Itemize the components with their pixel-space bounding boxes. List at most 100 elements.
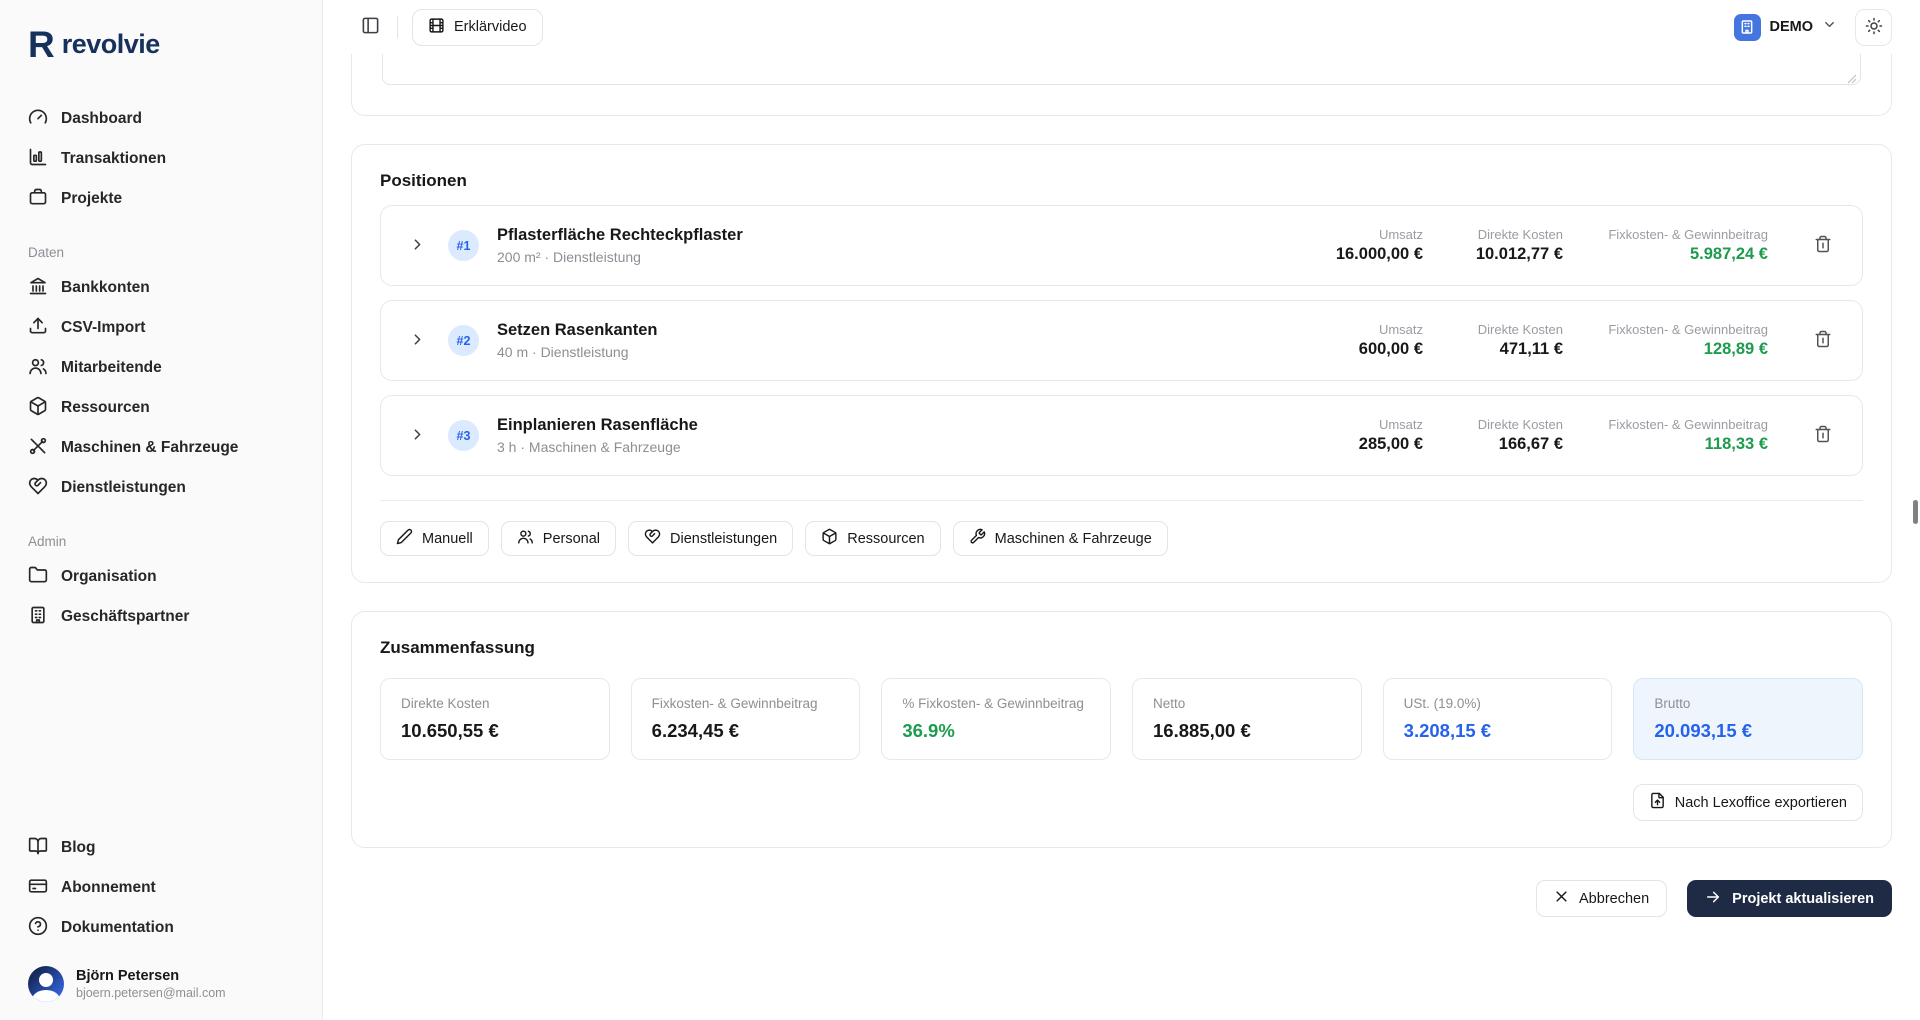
chevron-right-icon [409, 236, 426, 256]
sidebar-item-bankkonten[interactable]: Bankkonten [28, 268, 296, 308]
resize-grip-icon[interactable] [1847, 71, 1857, 84]
file-export-icon [1649, 792, 1666, 813]
scrolled-form-card [351, 54, 1892, 116]
book-open-icon [28, 836, 48, 861]
add-manual-button[interactable]: Manuell [380, 521, 489, 556]
sidebar-item-label: Organisation [61, 568, 157, 585]
delete-position-button[interactable] [1810, 231, 1836, 260]
lexoffice-export-button[interactable]: Nach Lexoffice exportieren [1632, 784, 1863, 821]
explainer-video-button[interactable]: Erklärvideo [412, 8, 543, 46]
summary-tile-netto: Netto 16.885,00 € [1132, 678, 1362, 760]
delete-position-button[interactable] [1810, 326, 1836, 355]
trash-icon [1814, 425, 1832, 446]
sidebar-item-transaktionen[interactable]: Transaktionen [28, 139, 296, 179]
sidebar-item-ressourcen[interactable]: Ressourcen [28, 388, 296, 428]
position-title: Pflasterfläche Rechteckpflaster [497, 226, 743, 244]
sun-icon [1865, 17, 1883, 38]
add-button-label: Manuell [422, 530, 473, 547]
position-number-badge: #2 [448, 325, 479, 356]
topbar-divider [397, 16, 398, 38]
position-row[interactable]: #3 Einplanieren Rasenfläche 3 h · Maschi… [380, 395, 1863, 476]
add-maschine-button[interactable]: Maschinen & Fahrzeuge [952, 521, 1168, 556]
expand-position-button[interactable] [409, 426, 426, 446]
sidebar-item-dashboard[interactable]: Dashboard [28, 99, 296, 139]
org-switcher[interactable]: DEMO [1733, 13, 1838, 41]
sidebar-item-organisation[interactable]: Organisation [28, 557, 296, 597]
brand-logo[interactable]: R revolvie [28, 26, 296, 63]
heart-handshake-icon [28, 476, 48, 501]
building-icon [28, 605, 48, 630]
add-button-label: Maschinen & Fahrzeuge [994, 530, 1152, 547]
panel-left-icon [361, 16, 380, 38]
umsatz-value: 600,00 € [1358, 340, 1423, 358]
app-window: R revolvie Dashboard Transaktionen Proje… [0, 0, 1920, 1020]
org-building-icon [1733, 13, 1761, 41]
umsatz-label: Umsatz [1378, 322, 1423, 337]
fixkosten-value: 118,33 € [1704, 435, 1768, 453]
umsatz-label: Umsatz [1378, 417, 1423, 432]
summary-tile-fixkosten: Fixkosten- & Gewinnbeitrag 6.234,45 € [630, 678, 861, 760]
add-button-label: Personal [542, 530, 601, 547]
summary-card: Zusammenfassung Direkte Kosten 10.650,55… [351, 611, 1892, 848]
help-circle-icon [28, 916, 48, 941]
sidebar-section-admin: Admin [28, 534, 67, 549]
sidebar-footer: Blog Abonnement Dokumentation Björn Pete… [28, 828, 296, 1002]
sidebar-item-label: Bankkonten [61, 279, 150, 296]
user-email: bjoern.petersen@mail.com [76, 986, 226, 1000]
sidebar-item-label: Dienstleistungen [61, 479, 186, 496]
sidebar-item-dienstleistungen[interactable]: Dienstleistungen [28, 468, 296, 508]
users-icon [28, 356, 48, 381]
add-position-buttons: Manuell Personal Dienstleistungen Ressou… [380, 521, 1863, 556]
position-row[interactable]: #1 Pflasterfläche Rechteckpflaster 200 m… [380, 205, 1863, 286]
summary-title: Zusammenfassung [380, 638, 535, 657]
summary-tile-label: Direkte Kosten [401, 696, 490, 711]
summary-tile-brutto: Brutto 20.093,15 € [1633, 678, 1863, 760]
summary-tile-value: 3.208,15 € [1403, 720, 1492, 741]
position-title: Einplanieren Rasenfläche [497, 416, 698, 434]
add-personal-button[interactable]: Personal [500, 521, 617, 556]
scrollbar-thumb[interactable] [1913, 500, 1918, 524]
bar-chart-icon [28, 147, 48, 172]
sidebar-item-dokumentation[interactable]: Dokumentation [28, 908, 296, 948]
fixkosten-value: 128,89 € [1703, 340, 1768, 358]
summary-tile-value: 10.650,55 € [401, 720, 499, 741]
chevron-right-icon [409, 331, 426, 351]
position-subtitle: 200 m² · Dienstleistung [497, 249, 641, 265]
description-textarea[interactable] [382, 54, 1861, 85]
sidebar-toggle-button[interactable] [351, 8, 389, 46]
sidebar-item-mitarbeitende[interactable]: Mitarbeitende [28, 348, 296, 388]
summary-grid: Direkte Kosten 10.650,55 € Fixkosten- & … [380, 678, 1863, 760]
update-project-button[interactable]: Projekt aktualisieren [1687, 880, 1892, 917]
sidebar-item-geschaeftspartner[interactable]: Geschäftspartner [28, 597, 296, 637]
sidebar-item-csv-import[interactable]: CSV-Import [28, 308, 296, 348]
sidebar-item-projekte[interactable]: Projekte [28, 179, 296, 219]
revolvie-logo-icon: R [28, 24, 55, 65]
user-menu[interactable]: Björn Petersen bjoern.petersen@mail.com [28, 966, 296, 1002]
cancel-label: Abbrechen [1579, 890, 1650, 907]
add-ressource-button[interactable]: Ressourcen [805, 521, 941, 556]
direkte-kosten-value: 10.012,77 € [1475, 245, 1563, 263]
sidebar-item-abonnement[interactable]: Abonnement [28, 868, 296, 908]
sidebar-item-label: Blog [61, 839, 96, 856]
cancel-button[interactable]: Abbrechen [1536, 880, 1668, 917]
positions-title: Positionen [380, 171, 467, 190]
sidebar-item-label: Transaktionen [61, 150, 167, 167]
theme-toggle-button[interactable] [1855, 8, 1892, 46]
summary-tile-label: % Fixkosten- & Gewinnbeitrag [902, 696, 1084, 711]
explainer-video-label: Erklärvideo [454, 19, 527, 35]
expand-position-button[interactable] [409, 331, 426, 351]
position-row[interactable]: #2 Setzen Rasenkanten 40 m · Dienstleist… [380, 300, 1863, 381]
wrench-icon [969, 528, 986, 549]
crossed-tools-icon [28, 436, 48, 461]
position-subtitle: 40 m · Dienstleistung [497, 344, 629, 360]
add-button-label: Ressourcen [847, 530, 925, 547]
chevron-down-icon [1822, 17, 1837, 37]
lexoffice-export-label: Nach Lexoffice exportieren [1674, 794, 1847, 811]
sidebar-item-blog[interactable]: Blog [28, 828, 296, 868]
delete-position-button[interactable] [1810, 421, 1836, 450]
add-dienstleistung-button[interactable]: Dienstleistungen [628, 521, 794, 556]
sidebar-item-maschinen[interactable]: Maschinen & Fahrzeuge [28, 428, 296, 468]
summary-tile-label: Netto [1153, 696, 1186, 711]
summary-tile-label: Brutto [1654, 696, 1691, 711]
expand-position-button[interactable] [409, 236, 426, 256]
